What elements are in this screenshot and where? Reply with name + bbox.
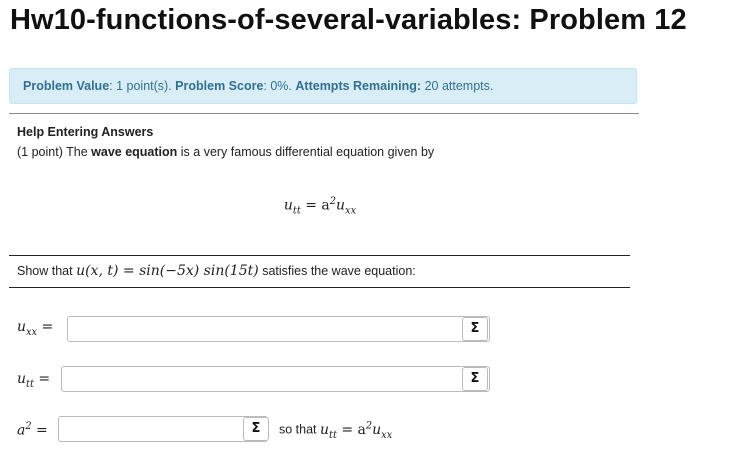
show-prefix: Show that — [17, 264, 73, 278]
a2-equals: = — [31, 422, 48, 439]
show-suffix: satisfies the wave equation: — [262, 264, 416, 278]
uxx-label: uxx = — [17, 319, 53, 338]
problem-intro: (1 point) The wave equation is a very fa… — [17, 145, 434, 159]
eq-lhs: u — [283, 197, 293, 214]
a2-label: a2 = — [17, 421, 48, 439]
so-that-equation: utt = a2uxx — [320, 420, 393, 441]
attempts-remaining-text: 20 attempts. — [424, 79, 494, 93]
so-that-lhs-sub: tt — [329, 429, 337, 441]
attempts-remaining-label: Attempts Remaining: — [295, 79, 422, 93]
utt-label-sub: tt — [26, 378, 34, 390]
page-title: Hw10-functions-of-several-variables: Pro… — [10, 4, 687, 36]
utt-label: utt = — [17, 371, 50, 390]
divider — [9, 113, 639, 114]
problem-score-text: : 0%. — [263, 79, 292, 93]
a2-equation-editor-button[interactable]: Σ — [243, 417, 269, 441]
problem-value-label: Problem Value — [23, 79, 110, 93]
divider — [9, 287, 630, 288]
utt-answer-input[interactable] — [61, 366, 490, 392]
eq-lhs-sub: tt — [292, 205, 301, 217]
so-that-equals-a: = a — [336, 421, 366, 438]
divider — [9, 255, 630, 256]
utt-label-u: u — [17, 371, 27, 387]
so-that-statement: so that utt = a2uxx — [279, 420, 392, 440]
utt-equation-editor-button[interactable]: Σ — [462, 367, 488, 391]
uxx-equals: = — [37, 319, 54, 335]
show-statement: Show that u(x, t) = sin(−5x) sin(15t) sa… — [17, 263, 416, 279]
so-that-text: so that — [279, 422, 317, 437]
uxx-label-u: u — [17, 319, 27, 335]
problem-info-box: Problem Value: 1 point(s). Problem Score… — [9, 68, 637, 104]
problem-value-text: : 1 point(s). — [109, 79, 172, 93]
so-that-lhs: u — [320, 421, 330, 438]
intro-suffix: is a very famous differential equation g… — [180, 145, 435, 159]
uxx-label-sub: xx — [26, 326, 38, 338]
help-entering-answers-link[interactable]: Help Entering Answers — [17, 125, 153, 139]
eq-rhs-sub: xx — [345, 205, 357, 217]
uxx-answer-input[interactable] — [67, 316, 490, 342]
so-that-rhs-sub: xx — [381, 429, 393, 441]
show-function: u(x, t) = sin(−5x) sin(15t) — [76, 263, 259, 279]
intro-prefix: (1 point) The — [17, 145, 88, 159]
intro-bold-term: wave equation — [91, 145, 178, 159]
wave-equation: utt = a2uxx — [0, 196, 640, 216]
uxx-equation-editor-button[interactable]: Σ — [462, 317, 488, 341]
problem-score-label: Problem Score — [175, 79, 264, 93]
a2-answer-input[interactable] — [58, 416, 268, 442]
so-that-rhs: u — [372, 421, 382, 438]
eq-rhs: u — [336, 197, 346, 214]
eq-equals-a: = a — [300, 197, 330, 214]
utt-equals: = — [33, 371, 51, 387]
